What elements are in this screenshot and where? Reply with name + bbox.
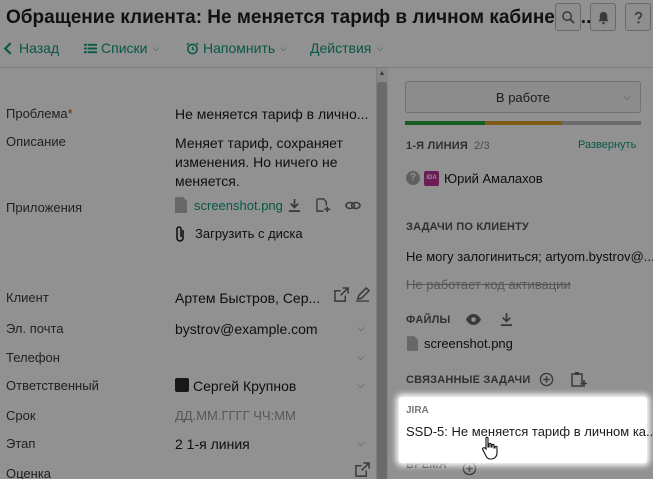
client-task-item[interactable]: Не могу залогиниться; artyom.bystrov@... (406, 249, 653, 264)
chevron-down-icon[interactable]: ⌵ (357, 380, 365, 391)
related-tasks-title: СВЯЗАННЫЕ ЗАДАЧИ (406, 374, 531, 386)
lists-menu[interactable]: Списки ⌵ (84, 40, 159, 56)
file-icon (407, 336, 418, 351)
assignee-label: Ответственный (6, 378, 99, 393)
user-name[interactable]: Юрий Амалахов (444, 171, 543, 186)
progress-segment-3 (562, 121, 641, 125)
search-icon (561, 10, 575, 24)
eye-icon[interactable] (465, 313, 482, 326)
back-button[interactable]: Назад (2, 40, 59, 56)
search-button[interactable] (555, 3, 581, 31)
remind-label: Напомнить (203, 40, 276, 56)
stage-value[interactable]: 2 1-я линия (175, 436, 250, 452)
status-select[interactable]: В работе ⌵ (405, 81, 641, 113)
add-circle-icon[interactable] (539, 372, 554, 387)
link-icon[interactable] (344, 198, 362, 213)
client-label: Клиент (6, 290, 49, 305)
line-count: 2/3 (473, 140, 490, 152)
email-label: Эл. почта (6, 321, 64, 336)
chevron-down-icon: ⌵ (623, 92, 631, 103)
download-icon[interactable] (499, 312, 514, 327)
actions-label: Действия (310, 40, 372, 56)
attachments-label: Приложения (6, 200, 83, 215)
client-tasks-title: ЗАДАЧИ ПО КЛИЕНТУ (406, 221, 529, 233)
client-task-item[interactable]: Не работает код активации (406, 277, 571, 292)
chevron-left-icon (3, 41, 12, 55)
assignee-avatar (175, 378, 189, 392)
chevron-down-icon: ⌵ (152, 42, 160, 53)
stage-label: Этап (6, 436, 36, 451)
alarm-clock-icon (186, 41, 199, 54)
chevron-down-icon[interactable]: ⌵ (357, 352, 365, 363)
add-file-icon[interactable] (316, 198, 331, 213)
edit-icon[interactable] (355, 286, 371, 302)
status-value: В работе (495, 89, 551, 105)
chevron-down-icon[interactable]: ⌵ (357, 438, 365, 449)
assignee-value[interactable]: Сергей Крупнов (193, 378, 296, 394)
attachment-link[interactable]: screenshot.png (194, 198, 283, 213)
file-icon (175, 197, 187, 213)
scrollbar-thumb[interactable] (377, 82, 387, 479)
problem-label: Проблема* (6, 106, 73, 121)
remind-menu[interactable]: Напомнить ⌵ (186, 40, 287, 56)
jira-label: JIRA (406, 405, 429, 416)
add-task-icon[interactable] (571, 371, 588, 388)
add-circle-icon[interactable] (462, 461, 477, 476)
paperclip-icon (175, 226, 187, 242)
scroll-up-icon[interactable]: ▲ (378, 70, 386, 78)
expand-link[interactable]: Развернуть (578, 139, 636, 151)
files-title: ФАЙЛЫ (406, 314, 451, 326)
download-icon[interactable] (287, 198, 302, 213)
actions-menu[interactable]: Действия ⌵ (310, 40, 383, 56)
client-value[interactable]: Артем Быстров, Сер... (175, 290, 320, 306)
notifications-button[interactable] (590, 3, 616, 31)
external-link-icon[interactable] (355, 462, 370, 477)
line-title: 1-Я ЛИНИЯ 2/3 (406, 140, 490, 152)
chevron-down-icon: ⌵ (376, 42, 384, 53)
jira-task-link[interactable]: SSD-5: Не меняется тариф в личном ка... (406, 424, 653, 439)
deadline-input[interactable]: ДД.ММ.ГГГГ ЧЧ:ММ (175, 408, 296, 423)
progress-segment-2 (485, 121, 562, 125)
progress-segment-1 (405, 121, 485, 125)
chevron-down-icon[interactable]: ⌵ (357, 323, 365, 334)
hand-cursor-icon (481, 436, 499, 460)
question-icon: ? (406, 171, 420, 185)
help-icon (634, 11, 642, 23)
rating-label: Оценка (6, 466, 52, 479)
description-label: Описание (6, 134, 66, 149)
deadline-label: Срок (6, 408, 36, 423)
upload-button[interactable]: Загрузить с диска (195, 226, 303, 241)
user-avatar: IDA (424, 171, 439, 186)
side-file-name[interactable]: screenshot.png (424, 336, 513, 351)
toolbar-divider (0, 67, 653, 68)
phone-label: Телефон (6, 350, 60, 365)
problem-value[interactable]: Не меняется тариф в лично... (175, 106, 368, 122)
page-title: Обращение клиента: Не меняется тариф в л… (6, 7, 597, 28)
external-link-icon[interactable] (334, 287, 349, 302)
lists-label: Списки (101, 40, 148, 56)
list-icon (84, 43, 97, 53)
bell-icon (597, 11, 609, 24)
help-button[interactable] (625, 3, 651, 31)
jira-highlight: JIRA SSD-5: Не меняется тариф в личном к… (399, 397, 653, 463)
back-label: Назад (19, 40, 60, 56)
required-mark: * (67, 106, 73, 121)
email-value[interactable]: bystrov@example.com (175, 321, 318, 337)
description-value[interactable]: Меняет тариф, сохраняет изменения. Но ни… (175, 134, 365, 191)
chevron-down-icon: ⌵ (280, 42, 287, 53)
